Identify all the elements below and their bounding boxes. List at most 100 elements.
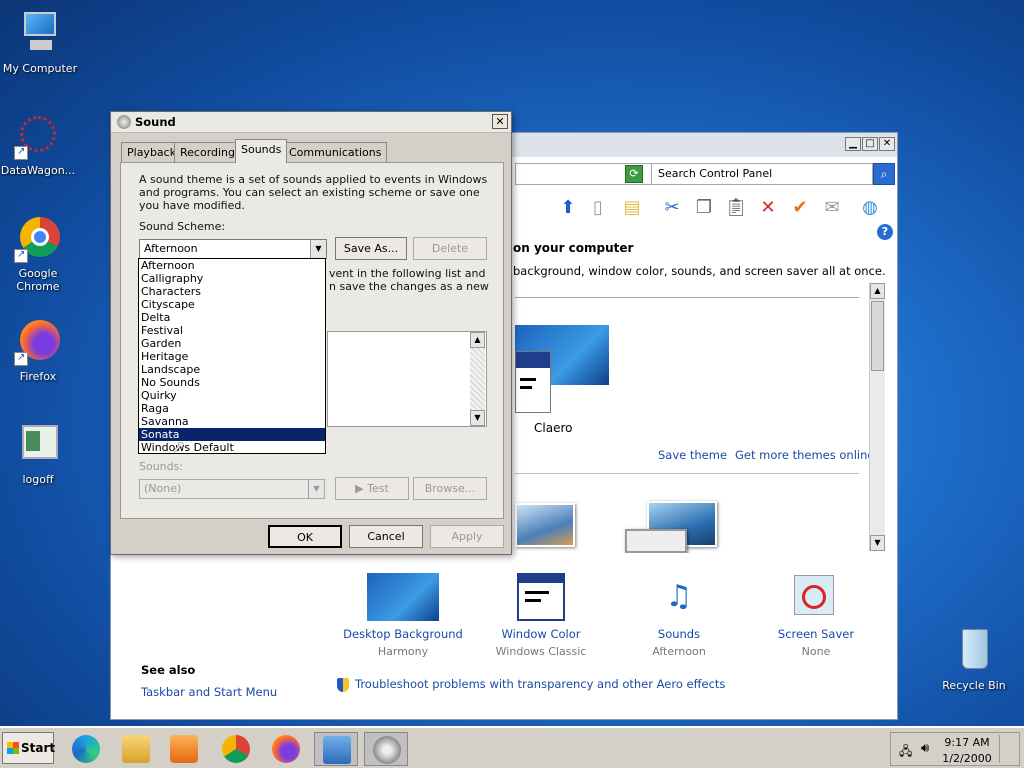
- theme-thumbnail-white[interactable]: [625, 529, 687, 553]
- taskbar-edge-button[interactable]: [64, 732, 108, 766]
- logoff-icon: [14, 421, 62, 469]
- taskbar-control-panel-button[interactable]: [314, 732, 358, 766]
- taskbar-explorer-button[interactable]: [114, 732, 158, 766]
- network-icon[interactable]: ◍: [857, 195, 883, 221]
- edge-icon: [72, 735, 100, 763]
- browse-button[interactable]: Browse...: [413, 477, 487, 500]
- vertical-scrollbar[interactable]: ▲ ▼: [869, 283, 885, 551]
- desktop-icon-datawagon[interactable]: DataWagon...: [0, 112, 78, 177]
- sound-scheme-option[interactable]: Cityscape: [139, 298, 325, 311]
- sound-scheme-option[interactable]: Sonata: [139, 428, 325, 441]
- clock-date[interactable]: 1/2/2000: [941, 752, 993, 765]
- sounds-select[interactable]: (None) ▼: [139, 479, 325, 499]
- sound-scheme-option[interactable]: No Sounds: [139, 376, 325, 389]
- screen-saver-item[interactable]: Screen Saver None: [756, 573, 876, 658]
- sound-scheme-dropdown-list[interactable]: Afternoon Calligraphy Characters Cityscape D…: [138, 258, 326, 454]
- show-desktop-button[interactable]: [999, 735, 1017, 763]
- desktop-icon-firefox[interactable]: Firefox: [0, 318, 78, 383]
- desktop-icon-logoff[interactable]: logoff: [0, 421, 78, 486]
- ok-button[interactable]: OK: [268, 525, 342, 548]
- network-icon[interactable]: 🖧︎: [899, 742, 912, 763]
- get-more-themes-link[interactable]: Get more themes online: [735, 448, 874, 462]
- taskbar: Start 🖧︎ 🔊︎ 9:17 AM 1/2/2000: [0, 726, 1024, 768]
- desktop-icon-recycle-bin[interactable]: Recycle Bin: [934, 627, 1014, 692]
- sound-scheme-option[interactable]: Afternoon: [139, 259, 325, 272]
- tab-recording[interactable]: Recording: [174, 142, 242, 162]
- datawagon-icon: [14, 112, 62, 160]
- delete-icon[interactable]: ✕: [755, 195, 781, 221]
- desktop-background-item[interactable]: Desktop Background Harmony: [343, 573, 463, 658]
- scroll-down-button[interactable]: ▼: [870, 535, 885, 551]
- save-theme-link[interactable]: Save theme: [658, 448, 727, 462]
- save-as-button[interactable]: Save As...: [335, 237, 407, 260]
- recycle-bin-icon: [950, 627, 998, 675]
- sound-scheme-option[interactable]: Raga: [139, 402, 325, 415]
- desktop-icon-google-chrome[interactable]: Google Chrome: [0, 215, 78, 293]
- sound-scheme-select[interactable]: Afternoon ▼: [139, 239, 327, 259]
- troubleshoot-link[interactable]: Troubleshoot problems with transparency …: [337, 677, 725, 692]
- sound-scheme-option[interactable]: Quirky: [139, 389, 325, 402]
- checkmark-icon[interactable]: ✔: [787, 195, 813, 221]
- view-icon[interactable]: ▯: [585, 195, 611, 221]
- sound-scheme-option[interactable]: Festival: [139, 324, 325, 337]
- sound-scheme-option[interactable]: Savanna: [139, 415, 325, 428]
- delete-button[interactable]: Delete: [413, 237, 487, 260]
- sounds-value: (None): [144, 482, 182, 495]
- program-events-list[interactable]: ▲ ▼: [327, 331, 487, 427]
- search-input[interactable]: Search Control Panel: [651, 163, 873, 185]
- window-color-item[interactable]: Window Color Windows Classic: [481, 573, 601, 658]
- folder-icon[interactable]: ▤: [619, 195, 645, 221]
- taskbar-chrome-button[interactable]: [214, 732, 258, 766]
- search-icon[interactable]: ⌕: [873, 163, 895, 185]
- sound-scheme-option[interactable]: Windows Default: [139, 441, 325, 454]
- chevron-down-icon[interactable]: ▼: [310, 240, 326, 258]
- tab-sounds[interactable]: Sounds: [235, 139, 288, 163]
- clock-time[interactable]: 9:17 AM: [941, 736, 993, 749]
- start-button[interactable]: Start: [2, 732, 55, 764]
- close-button[interactable]: ✕: [879, 137, 895, 151]
- sound-scheme-option[interactable]: Landscape: [139, 363, 325, 376]
- close-button[interactable]: ✕: [492, 114, 508, 129]
- sound-scheme-option[interactable]: Characters: [139, 285, 325, 298]
- description-text: A sound theme is a set of sounds applied…: [139, 173, 488, 212]
- apply-button[interactable]: Apply: [430, 525, 504, 548]
- theme-thumbnail-claero[interactable]: [515, 351, 551, 413]
- taskbar-sound-button[interactable]: [364, 732, 408, 766]
- window-color-icon: [517, 573, 565, 621]
- item-title: Sounds: [657, 627, 701, 641]
- sound-scheme-option[interactable]: Garden: [139, 337, 325, 350]
- minimize-button[interactable]: ▁: [845, 137, 861, 151]
- sounds-item[interactable]: ♫ Sounds Afternoon: [619, 573, 739, 658]
- sound-scheme-option[interactable]: Calligraphy: [139, 272, 325, 285]
- taskbar-media-player-button[interactable]: [162, 732, 206, 766]
- page-heading: on your computer: [513, 241, 634, 255]
- desktop-icon-label: Recycle Bin: [942, 679, 1006, 692]
- desktop-icon-my-computer[interactable]: My Computer: [0, 10, 80, 75]
- refresh-icon[interactable]: ⟳: [625, 165, 643, 183]
- help-icon[interactable]: ?: [877, 224, 893, 240]
- chevron-down-icon[interactable]: ▼: [308, 480, 324, 498]
- scroll-up-button[interactable]: ▲: [470, 332, 485, 348]
- scrollbar-thumb[interactable]: [871, 301, 884, 371]
- paste-icon[interactable]: 📋︎: [723, 195, 749, 221]
- taskbar-start-menu-link[interactable]: Taskbar and Start Menu: [141, 685, 277, 699]
- theme-thumbnail-landscape[interactable]: [515, 503, 575, 547]
- sound-scheme-option[interactable]: Heritage: [139, 350, 325, 363]
- test-button[interactable]: ▶ Test: [335, 477, 409, 500]
- tab-communications[interactable]: Communications: [283, 142, 388, 162]
- volume-icon[interactable]: 🔊︎: [921, 741, 929, 756]
- scroll-down-button[interactable]: ▼: [470, 410, 485, 426]
- theme-name-label: Claero: [534, 421, 573, 435]
- taskbar-firefox-button[interactable]: [264, 732, 308, 766]
- tab-playback[interactable]: Playback: [121, 142, 183, 162]
- item-subtitle: Afternoon: [652, 645, 706, 658]
- up-folder-icon[interactable]: ⬆: [555, 195, 581, 221]
- cut-icon[interactable]: ✂: [659, 195, 685, 221]
- maximize-button[interactable]: □: [862, 137, 878, 151]
- properties-icon[interactable]: ✉: [819, 195, 845, 221]
- cancel-button[interactable]: Cancel: [349, 525, 423, 548]
- scroll-up-button[interactable]: ▲: [870, 283, 885, 299]
- copy-icon[interactable]: ❐: [691, 195, 717, 221]
- sound-scheme-value: Afternoon: [144, 242, 198, 255]
- sound-scheme-option[interactable]: Delta: [139, 311, 325, 324]
